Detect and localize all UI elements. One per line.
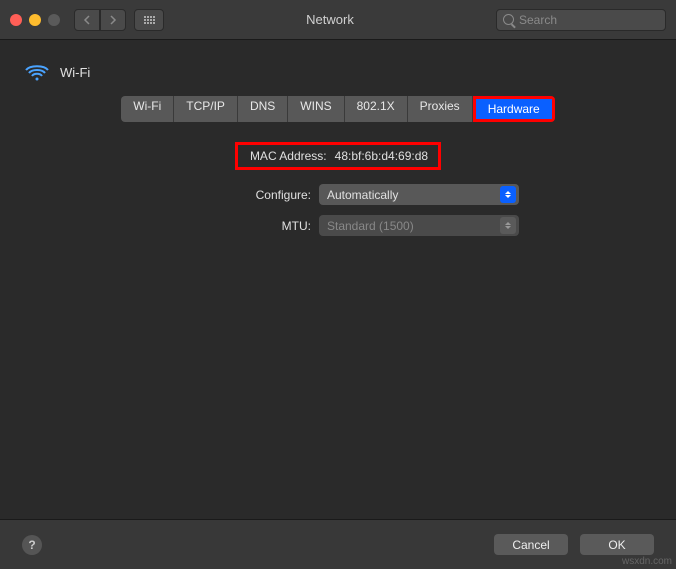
tab-tcpip[interactable]: TCP/IP	[174, 96, 238, 122]
content-area: Wi-Fi Wi-Fi TCP/IP DNS WINS 802.1X Proxi…	[0, 40, 676, 260]
tab-proxies[interactable]: Proxies	[408, 96, 473, 122]
back-button[interactable]	[74, 9, 100, 31]
nav-buttons	[74, 9, 126, 31]
window-title: Network	[164, 12, 496, 27]
help-button[interactable]: ?	[22, 535, 42, 555]
configure-row: Configure: Automatically	[24, 184, 652, 205]
window-controls	[10, 14, 60, 26]
show-all-button[interactable]	[134, 9, 164, 31]
tab-hardware[interactable]: Hardware	[476, 99, 552, 119]
wifi-icon	[24, 62, 50, 82]
minimize-window-button[interactable]	[29, 14, 41, 26]
interface-header: Wi-Fi	[24, 54, 652, 96]
cancel-button[interactable]: Cancel	[494, 534, 568, 555]
mtu-label: MTU:	[24, 219, 319, 233]
mac-address-value: 48:bf:6b:d4:69:d8	[335, 149, 428, 163]
tab-wifi[interactable]: Wi-Fi	[121, 96, 174, 122]
footer-buttons: Cancel OK	[494, 534, 654, 555]
search-field[interactable]: Search	[496, 9, 666, 31]
configure-label: Configure:	[24, 188, 319, 202]
highlight-box-tab: Hardware	[473, 96, 555, 122]
close-window-button[interactable]	[10, 14, 22, 26]
tab-wins[interactable]: WINS	[288, 96, 344, 122]
tab-dns[interactable]: DNS	[238, 96, 288, 122]
grid-icon	[144, 16, 155, 24]
forward-button[interactable]	[100, 9, 126, 31]
footer-bar: ? Cancel OK	[0, 519, 676, 569]
mtu-value: Standard (1500)	[327, 219, 414, 233]
ok-button[interactable]: OK	[580, 534, 654, 555]
search-icon	[503, 14, 514, 25]
configure-select[interactable]: Automatically	[319, 184, 519, 205]
select-arrows-icon	[500, 217, 516, 234]
configure-value: Automatically	[327, 188, 398, 202]
help-icon: ?	[28, 538, 35, 552]
interface-name: Wi-Fi	[60, 65, 90, 80]
mtu-row: MTU: Standard (1500)	[24, 215, 652, 236]
tab-8021x[interactable]: 802.1X	[345, 96, 408, 122]
search-placeholder: Search	[519, 13, 557, 27]
titlebar: Network Search	[0, 0, 676, 40]
tab-bar: Wi-Fi TCP/IP DNS WINS 802.1X Proxies Har…	[24, 96, 652, 122]
select-arrows-icon	[500, 186, 516, 203]
zoom-window-button	[48, 14, 60, 26]
mtu-select: Standard (1500)	[319, 215, 519, 236]
mac-address-row: MAC Address: 48:bf:6b:d4:69:d8	[24, 142, 652, 170]
network-preferences-window: Network Search Wi-Fi Wi-Fi TCP/IP DNS WI…	[0, 0, 676, 569]
highlight-box-mac: MAC Address: 48:bf:6b:d4:69:d8	[235, 142, 441, 170]
watermark: wsxdn.com	[622, 556, 672, 567]
mac-address-label: MAC Address:	[238, 149, 335, 163]
